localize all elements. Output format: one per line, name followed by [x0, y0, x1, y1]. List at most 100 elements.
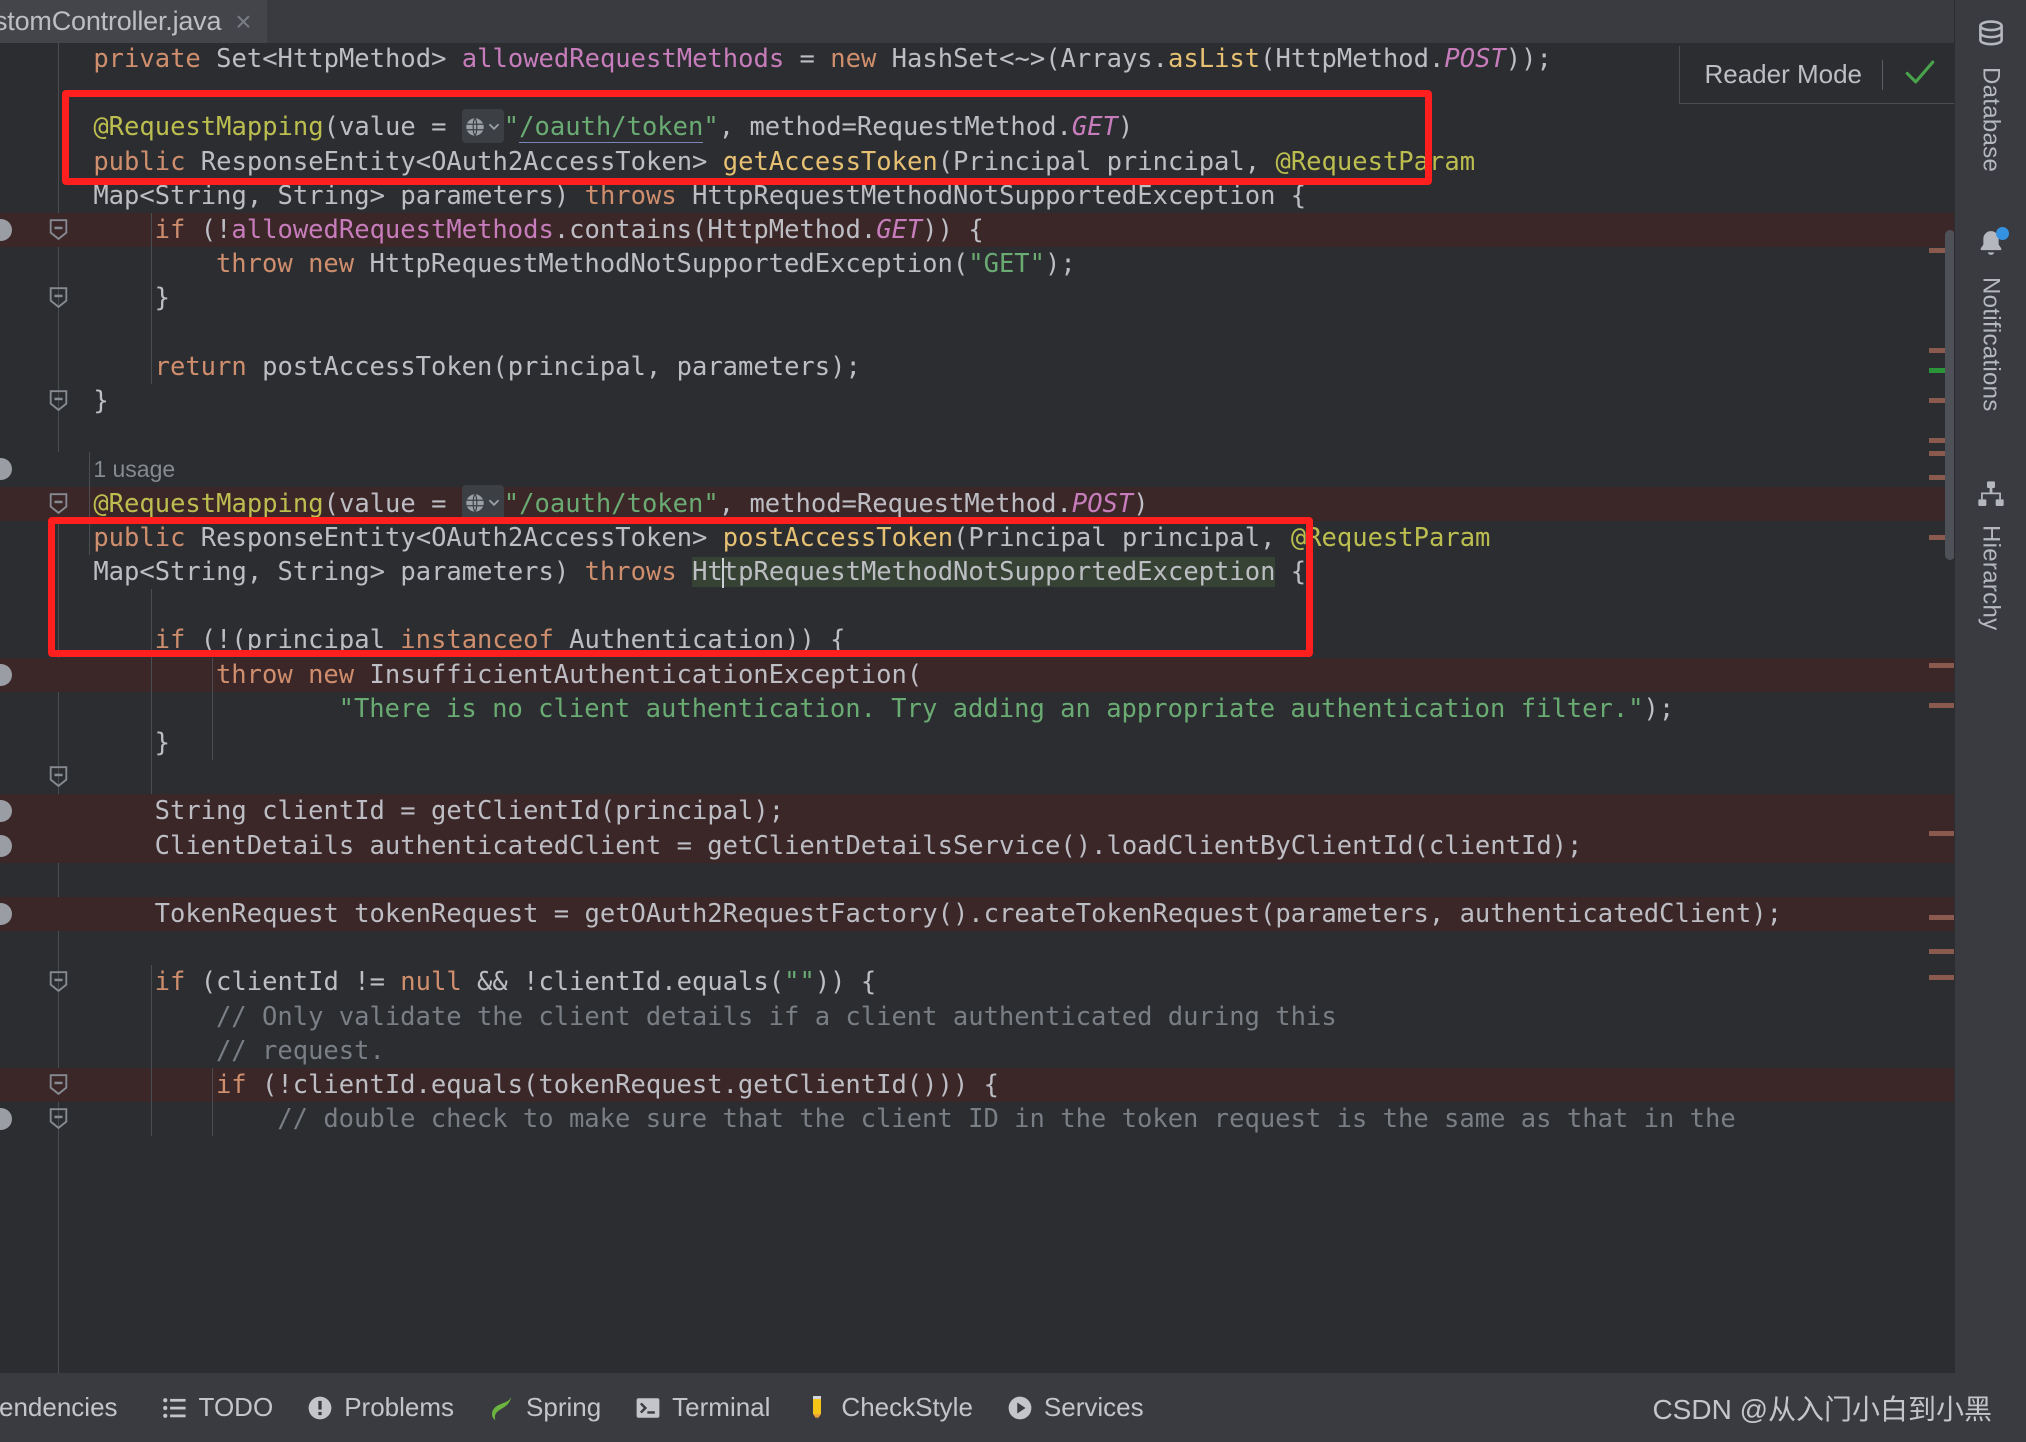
code-token: )); — [1505, 44, 1552, 74]
code-line[interactable]: if (!allowedRequestMethods.contains(Http… — [0, 213, 1955, 247]
status-bar-item-checkstyle[interactable]: CheckStyle — [804, 1392, 973, 1423]
list-icon — [162, 1395, 188, 1421]
status-bar-item-endencies[interactable]: endencies — [0, 1392, 118, 1423]
marker-warning[interactable] — [1929, 663, 1955, 668]
indent-guide — [211, 657, 213, 761]
fold-toggle-icon[interactable] — [46, 388, 71, 413]
code-token: throws — [584, 180, 693, 211]
marker-warning[interactable] — [1929, 703, 1955, 708]
sidebar-item-label: Database — [1977, 67, 2005, 173]
code-line[interactable] — [0, 863, 1955, 897]
status-bar-item-services[interactable]: Services — [1007, 1392, 1144, 1423]
sidebar-item-hierarchy[interactable]: Hierarchy — [1955, 478, 2026, 630]
fold-toggle-icon[interactable] — [46, 1072, 71, 1097]
code-line[interactable]: TokenRequest tokenRequest = getOAuth2Req… — [0, 897, 1955, 931]
code-line[interactable]: // request. — [0, 1034, 1955, 1068]
code-token: } — [93, 386, 109, 416]
code-token: new — [830, 44, 892, 74]
code-line[interactable] — [0, 316, 1955, 350]
code-line[interactable]: String clientId = getClientId(principal)… — [0, 794, 1955, 828]
status-bar-item-problems[interactable]: Problems — [307, 1392, 454, 1423]
code-token: } — [154, 728, 170, 758]
code-line[interactable]: @RequestMapping(value = "/oauth/token", … — [0, 485, 1955, 521]
code-token: = — [784, 44, 831, 74]
terminal-icon — [635, 1395, 661, 1421]
code-line[interactable]: private Set<HttpMethod> allowedRequestMe… — [0, 43, 1955, 76]
code-token: && !clientId.equals( — [477, 967, 785, 998]
post-mapping-highlight — [48, 517, 1313, 657]
marker-warning[interactable] — [1929, 975, 1955, 980]
code-token: // request. — [215, 1035, 385, 1066]
indent-guide — [211, 1068, 213, 1137]
code-line[interactable]: if (clientId != null && !clientId.equals… — [0, 965, 1955, 999]
close-icon[interactable]: × — [235, 7, 251, 36]
code-token: throw — [215, 249, 309, 280]
code-token: asList — [1168, 44, 1261, 74]
code-token: (HttpMethod. — [1260, 44, 1445, 74]
code-line[interactable]: } — [0, 281, 1955, 315]
code-token: TokenRequest tokenRequest = getOAuth2Req… — [154, 899, 1782, 929]
code-token: ); — [1643, 693, 1675, 724]
reader-mode-widget[interactable]: Reader Mode — [1679, 46, 1955, 104]
fold-toggle-icon[interactable] — [46, 285, 71, 310]
code-token: @RequestMapping — [93, 488, 324, 519]
globe-icon[interactable] — [461, 485, 504, 520]
code-line[interactable]: ClientDetails authenticatedClient = getC… — [0, 829, 1955, 863]
code-line[interactable]: 1 usage — [0, 452, 1955, 486]
get-mapping-highlight — [62, 90, 1432, 185]
code-token: // Only validate the client details if a… — [215, 1001, 1337, 1032]
code-token: POST — [1444, 44, 1506, 74]
status-bar-item-label: Services — [1043, 1392, 1144, 1422]
code-token: if — [154, 215, 201, 245]
status-bar-item-label: Terminal — [672, 1392, 771, 1422]
indent-guide — [150, 965, 152, 1137]
status-bar-item-terminal[interactable]: Terminal — [635, 1392, 770, 1423]
code-token: null — [400, 967, 478, 998]
code-line[interactable]: if (!clientId.equals(tokenRequest.getCli… — [0, 1068, 1955, 1102]
code-token: HashSet<~>(Arrays. — [891, 44, 1169, 74]
code-line[interactable]: } — [0, 726, 1955, 760]
code-token: " — [703, 488, 719, 519]
code-token: ClientDetails authenticatedClient = getC… — [154, 830, 1583, 861]
code-line[interactable]: return postAccessToken(principal, parame… — [0, 350, 1955, 384]
sidebar-item-notifications[interactable]: Notifications — [1955, 227, 2026, 412]
code-line[interactable]: "There is no client authentication. Try … — [0, 692, 1955, 726]
code-token: InsufficientAuthenticationException( — [369, 659, 923, 690]
code-editor[interactable]: private Set<HttpMethod> allowedRequestMe… — [0, 43, 1955, 1373]
marker-warning[interactable] — [1929, 831, 1955, 836]
code-line[interactable] — [0, 931, 1955, 965]
status-bar-item-spring[interactable]: Spring — [488, 1392, 601, 1423]
code-line[interactable] — [0, 760, 1955, 794]
marker-warning[interactable] — [1929, 915, 1955, 920]
fold-toggle-icon[interactable] — [46, 491, 71, 516]
indent-guide — [150, 213, 152, 384]
fold-toggle-icon[interactable] — [46, 969, 71, 994]
code-content[interactable]: private Set<HttpMethod> allowedRequestMe… — [0, 43, 1955, 1373]
fold-toggle-icon[interactable] — [46, 217, 71, 242]
sidebar-item-database[interactable]: Database — [1955, 18, 2026, 172]
fold-toggle-icon[interactable] — [46, 1106, 71, 1131]
marker-warning[interactable] — [1929, 949, 1955, 954]
status-bar-item-todo[interactable]: TODO — [162, 1392, 273, 1423]
code-token: @RequestParam — [1290, 522, 1491, 553]
code-token: (principal); — [599, 796, 785, 827]
code-token: HttpRequestMethodNotSupportedException { — [692, 180, 1307, 211]
code-token: if — [215, 1070, 263, 1100]
code-line[interactable]: } — [0, 384, 1955, 418]
editor-tab-controller-java[interactable]: stomController.java × — [0, 0, 267, 43]
code-token: getClientId — [430, 796, 600, 827]
code-line[interactable] — [0, 418, 1955, 452]
sidebar-item-label: Notifications — [1977, 277, 2005, 412]
code-line[interactable]: // double check to make sure that the cl… — [0, 1102, 1955, 1136]
fold-toggle-icon[interactable] — [46, 764, 71, 789]
code-token: 1 usage — [93, 456, 176, 483]
code-token: HttpRequestMethodNotSupportedException( — [369, 249, 969, 280]
status-bar-item-label: endencies — [0, 1392, 118, 1422]
right-tool-sidebar: Database Notifications Hierarchy — [1954, 0, 2026, 1442]
code-token: (clientId != — [200, 967, 401, 998]
code-line[interactable]: // Only validate the client details if a… — [0, 1000, 1955, 1034]
code-line[interactable]: throw new HttpRequestMethodNotSupportedE… — [0, 247, 1955, 281]
code-line[interactable]: throw new InsufficientAuthenticationExce… — [0, 658, 1955, 692]
spring-leaf-icon — [488, 1394, 515, 1421]
notification-badge — [1995, 227, 2009, 240]
